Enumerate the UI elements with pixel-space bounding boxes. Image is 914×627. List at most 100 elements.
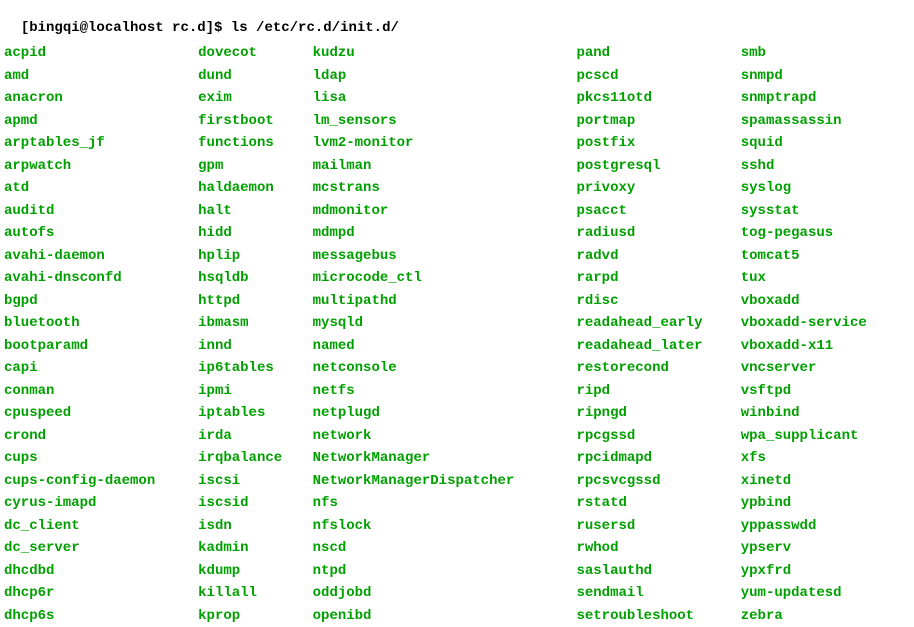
file-entry: rpcsvcgssd <box>576 470 740 493</box>
shell-prompt: [bingqi@localhost rc.d]$ ls /etc/rc.d/in… <box>4 4 910 36</box>
file-entry: iscsi <box>198 470 313 493</box>
file-entry: dund <box>198 65 313 88</box>
file-entry: pkcs11otd <box>576 87 740 110</box>
file-entry: privoxy <box>576 177 740 200</box>
file-entry: kadmin <box>198 537 313 560</box>
file-entry: dhcp6s <box>4 605 198 627</box>
file-entry: readahead_later <box>576 335 740 358</box>
file-entry: NetworkManagerDispatcher <box>313 470 577 493</box>
file-entry: ipmi <box>198 380 313 403</box>
file-entry: halt <box>198 200 313 223</box>
file-entry: multipathd <box>313 290 577 313</box>
file-entry: innd <box>198 335 313 358</box>
file-entry: sendmail <box>576 582 740 605</box>
file-entry: dc_server <box>4 537 198 560</box>
file-entry: xfs <box>741 447 910 470</box>
file-entry: oddjobd <box>313 582 577 605</box>
file-entry: netplugd <box>313 402 577 425</box>
file-entry: postfix <box>576 132 740 155</box>
file-entry: kprop <box>198 605 313 627</box>
file-entry: hplip <box>198 245 313 268</box>
file-entry: bgpd <box>4 290 198 313</box>
file-entry: rstatd <box>576 492 740 515</box>
listing-column-3: kudzuldaplisalm_sensorslvm2-monitormailm… <box>313 42 577 627</box>
file-entry: atd <box>4 177 198 200</box>
file-entry: mysqld <box>313 312 577 335</box>
file-entry: kudzu <box>313 42 577 65</box>
file-entry: lm_sensors <box>313 110 577 133</box>
file-entry: vboxadd-x11 <box>741 335 910 358</box>
file-entry: cups-config-daemon <box>4 470 198 493</box>
file-entry: postgresql <box>576 155 740 178</box>
file-entry: openibd <box>313 605 577 627</box>
file-entry: ypxfrd <box>741 560 910 583</box>
file-entry: radiusd <box>576 222 740 245</box>
file-entry: anacron <box>4 87 198 110</box>
file-entry: nfs <box>313 492 577 515</box>
file-entry: syslog <box>741 177 910 200</box>
file-entry: network <box>313 425 577 448</box>
file-entry: microcode_ctl <box>313 267 577 290</box>
file-entry: netfs <box>313 380 577 403</box>
file-entry: gpm <box>198 155 313 178</box>
file-entry: rusersd <box>576 515 740 538</box>
file-entry: firstboot <box>198 110 313 133</box>
file-entry: rpcgssd <box>576 425 740 448</box>
file-entry: dc_client <box>4 515 198 538</box>
file-entry: xinetd <box>741 470 910 493</box>
file-entry: hsqldb <box>198 267 313 290</box>
file-entry: avahi-daemon <box>4 245 198 268</box>
file-entry: ripd <box>576 380 740 403</box>
listing-column-2: dovecotdundeximfirstbootfunctionsgpmhald… <box>198 42 313 627</box>
prompt-text: [bingqi@localhost rc.d]$ ls /etc/rc.d/in… <box>21 20 399 36</box>
file-entry: radvd <box>576 245 740 268</box>
file-entry: wpa_supplicant <box>741 425 910 448</box>
file-entry: kdump <box>198 560 313 583</box>
file-entry: tux <box>741 267 910 290</box>
listing-column-5: smbsnmpdsnmptrapdspamassassinsquidsshdsy… <box>741 42 910 627</box>
file-entry: tog-pegasus <box>741 222 910 245</box>
file-entry: sysstat <box>741 200 910 223</box>
file-entry: squid <box>741 132 910 155</box>
file-entry: zebra <box>741 605 910 627</box>
file-entry: nscd <box>313 537 577 560</box>
file-entry: iscsid <box>198 492 313 515</box>
file-entry: ntpd <box>313 560 577 583</box>
file-entry: ripngd <box>576 402 740 425</box>
file-entry: sshd <box>741 155 910 178</box>
file-entry: rwhod <box>576 537 740 560</box>
file-entry: yum-updatesd <box>741 582 910 605</box>
file-entry: ypserv <box>741 537 910 560</box>
file-entry: setroubleshoot <box>576 605 740 627</box>
file-entry: portmap <box>576 110 740 133</box>
file-entry: ldap <box>313 65 577 88</box>
file-entry: capi <box>4 357 198 380</box>
file-entry: iptables <box>198 402 313 425</box>
file-entry: hidd <box>198 222 313 245</box>
file-entry: arptables_jf <box>4 132 198 155</box>
file-entry: vboxadd-service <box>741 312 910 335</box>
file-entry: messagebus <box>313 245 577 268</box>
file-entry: restorecond <box>576 357 740 380</box>
file-entry: snmptrapd <box>741 87 910 110</box>
file-entry: rpcidmapd <box>576 447 740 470</box>
file-entry: avahi-dnsconfd <box>4 267 198 290</box>
file-entry: vncserver <box>741 357 910 380</box>
file-entry: pcscd <box>576 65 740 88</box>
file-entry: dovecot <box>198 42 313 65</box>
file-entry: named <box>313 335 577 358</box>
file-entry: ip6tables <box>198 357 313 380</box>
file-entry: killall <box>198 582 313 605</box>
file-entry: haldaemon <box>198 177 313 200</box>
file-entry: httpd <box>198 290 313 313</box>
file-entry: cpuspeed <box>4 402 198 425</box>
file-entry: irda <box>198 425 313 448</box>
file-entry: acpid <box>4 42 198 65</box>
file-entry: autofs <box>4 222 198 245</box>
file-entry: exim <box>198 87 313 110</box>
file-entry: ibmasm <box>198 312 313 335</box>
file-entry: mcstrans <box>313 177 577 200</box>
file-entry: pand <box>576 42 740 65</box>
file-entry: cyrus-imapd <box>4 492 198 515</box>
file-entry: lvm2-monitor <box>313 132 577 155</box>
